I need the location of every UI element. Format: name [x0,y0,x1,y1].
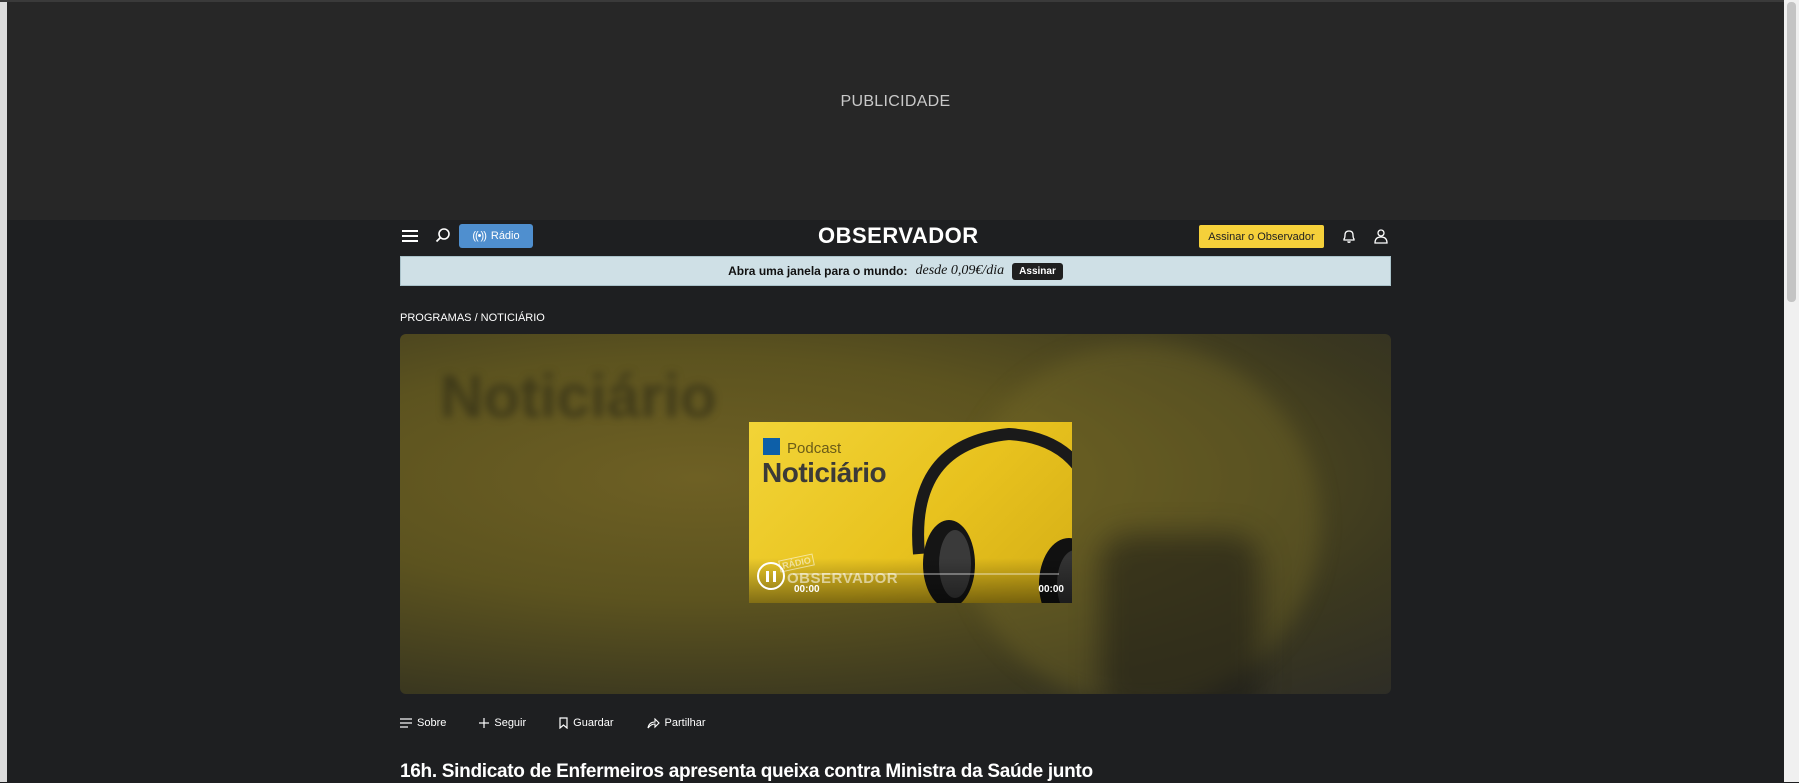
hero-background-text: Noticiário [440,363,717,430]
breadcrumb: PROGRAMAS / NOTICIÁRIO [400,312,545,324]
follow-button[interactable]: Seguir [479,715,526,731]
subscribe-button[interactable]: Assinar o Observador [1199,225,1324,248]
promo-lead: Abra uma janela para o mundo: [728,264,908,278]
breadcrumb-link[interactable]: PROGRAMAS / NOTICIÁRIO [400,312,545,324]
audio-player[interactable]: Podcast Noticiário RÁDIO OBSERVADOR 00:0… [749,422,1072,603]
observador-logo[interactable]: OBSERVADOR [818,223,979,249]
share-arrow-icon [646,717,660,728]
action-bar: Sobre Seguir Guardar Partilhar [400,715,738,731]
scrollbar[interactable] [1784,0,1799,782]
scrollbar-thumb[interactable] [1787,2,1796,302]
save-button[interactable]: Guardar [559,715,614,731]
menu-icon[interactable] [402,230,418,242]
podcast-square-icon [763,438,780,455]
follow-label: Seguir [494,717,527,729]
progress-bar[interactable] [793,573,1059,575]
ad-label: PUBLICIDADE [840,93,951,110]
site-header: ((•)) Rádio OBSERVADOR Assinar o Observa… [400,222,1391,252]
time-total: 00:00 [1038,584,1064,595]
article-headline[interactable]: 16h. Sindicato de Enfermeiros apresenta … [400,761,1093,783]
share-label: Partilhar [664,717,706,729]
bell-icon[interactable] [1341,228,1357,244]
advertisement-banner[interactable]: PUBLICIDADE [7,2,1784,220]
text-lines-icon [400,718,412,728]
user-icon[interactable] [1373,228,1389,244]
promo-banner[interactable]: Abra uma janela para o mundo: desde 0,09… [400,256,1391,286]
about-label: Sobre [417,717,447,729]
promo-subscribe-button[interactable]: Assinar [1012,262,1063,280]
podcast-title: Noticiário [762,457,887,488]
pause-button[interactable] [757,562,785,590]
window-edge [0,0,7,782]
hero-background-shape [1100,534,1260,694]
search-icon[interactable] [435,227,451,243]
about-button[interactable]: Sobre [400,715,446,731]
plus-icon [479,718,490,728]
share-button[interactable]: Partilhar [646,715,706,731]
bookmark-icon [559,717,568,729]
time-current: 00:00 [794,584,820,595]
radio-button[interactable]: ((•)) Rádio [459,224,533,248]
promo-price: desde 0,09€/dia [915,263,1005,278]
save-label: Guardar [573,717,614,729]
radio-waves-icon: ((•)) [472,230,486,242]
podcast-kicker: Podcast [787,440,842,457]
podcast-hero: Noticiário Podcast Noticiário RÁDIO OBSE… [400,334,1391,694]
radio-label: Rádio [490,230,520,242]
